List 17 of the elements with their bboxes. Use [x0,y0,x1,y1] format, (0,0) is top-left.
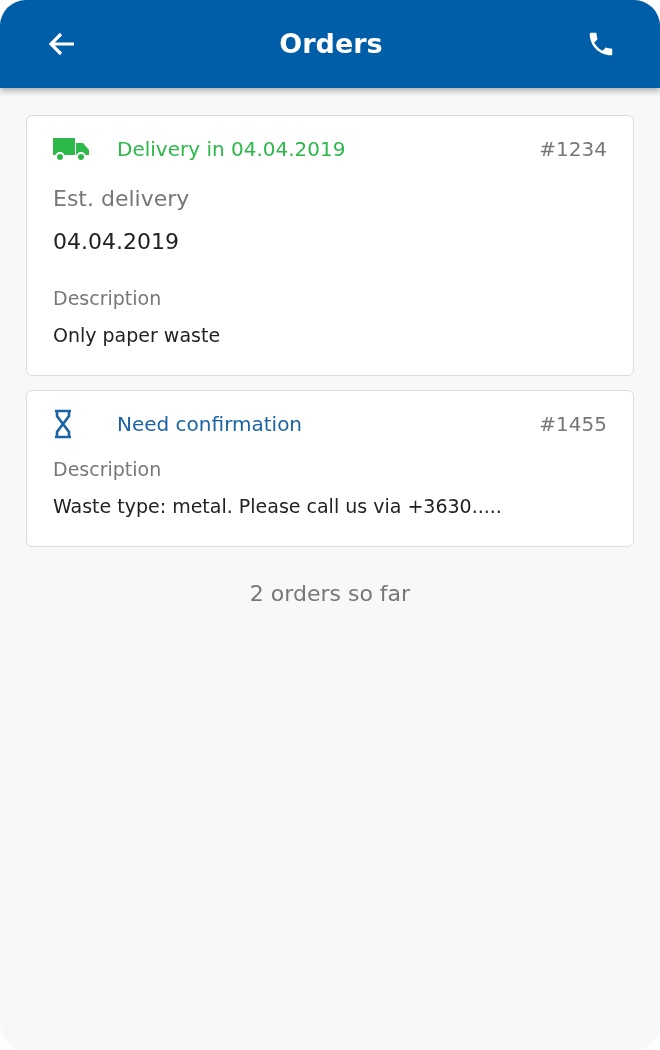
hourglass-icon [53,409,73,439]
order-card[interactable]: Need confirmation #1455 Description Waste type: metal. Please call us via +3630..... [26,390,634,547]
order-status: Delivery in 04.04.2019 [117,136,347,163]
field-value: Waste type: metal. Please call us via +3630..... [53,493,503,519]
truck-icon [53,136,89,162]
order-status: Need confirmation [117,411,304,438]
back-icon[interactable] [48,31,76,57]
field-value: 04.04.2019 [53,228,180,256]
page-title: Orders [279,26,383,61]
field-label: Description [53,286,163,311]
order-number: #1234 [539,136,607,163]
field-label: Est. delivery [53,185,191,213]
order-card[interactable]: Delivery in 04.04.2019 #1234 Est. delivery 04.04.2019 Description Only paper waste [26,115,634,376]
field-value: Only paper waste [53,322,222,348]
order-number: #1455 [539,411,607,438]
order-count: 2 orders so far [248,580,412,608]
field-label: Description [53,457,163,482]
